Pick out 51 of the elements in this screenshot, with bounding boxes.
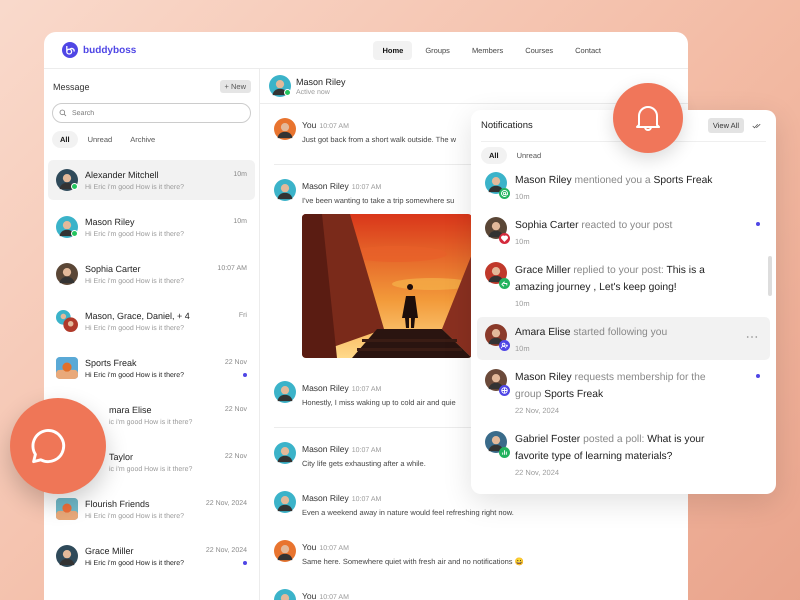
sidebar-title: Message: [53, 82, 90, 92]
scrollbar[interactable]: [768, 256, 772, 296]
avatar: [485, 172, 507, 194]
avatar: [485, 262, 507, 284]
avatar: [56, 169, 78, 191]
avatar: [56, 216, 78, 238]
logo-icon: [62, 42, 78, 58]
sender-name: You: [302, 542, 316, 552]
avatar: [56, 545, 78, 567]
avatar: [485, 217, 507, 239]
avatar: [274, 540, 296, 562]
unread-dot: [243, 561, 247, 565]
notification-text: Grace Miller replied to your post: This is a amazing journey , Let's keep going!: [515, 264, 706, 295]
more-icon[interactable]: [746, 335, 758, 339]
contact-name: Alexander Mitchell: [85, 170, 159, 180]
avatar: [485, 431, 507, 453]
avatar: [485, 369, 507, 391]
avatar: [269, 75, 291, 97]
sender-name: Mason Riley: [302, 181, 349, 191]
chat-name: Mason Riley: [296, 76, 346, 86]
contact-name: Grace Miller: [85, 546, 134, 556]
panel-title: Notifications: [481, 120, 534, 131]
notification-text: Amara Elise started following you: [515, 326, 668, 340]
unread-dot: [243, 373, 247, 377]
contact-name: Mason Riley: [85, 216, 135, 226]
notification-text: Gabriel Foster posted a poll: What is your favorite type of learning materials?: [515, 433, 706, 464]
sender-name: Mason Riley: [302, 493, 349, 503]
avatar: [274, 381, 296, 403]
avatar: [56, 263, 78, 285]
sender-name: You: [302, 591, 316, 600]
group-avatar: [56, 310, 78, 332]
sender-name: Mason Riley: [302, 444, 349, 454]
avatar: [274, 179, 296, 201]
contact-name: Mason, Grace, Daniel, + 4: [85, 310, 190, 320]
notification-text: Mason Riley mentioned you a Sports Freak: [515, 174, 714, 188]
contact-name: mara Elise: [109, 404, 152, 414]
brand-name[interactable]: buddyboss: [83, 44, 136, 56]
contact-name: Sophia Carter: [85, 264, 141, 274]
contact-name: Sports Freak: [85, 358, 137, 368]
sender-name: You: [302, 120, 316, 130]
search-icon: [59, 109, 67, 117]
avatar: [274, 491, 296, 513]
notification-text: Sophia Carter reacted to your post: [515, 219, 674, 233]
contact-name: Taylor: [109, 452, 134, 462]
notification-text: Mason Riley requests membership for the group Sports Freak: [515, 371, 707, 402]
sender-name: Mason Riley: [302, 383, 349, 393]
avatar: [274, 118, 296, 140]
avatar: [485, 324, 507, 346]
contact-name: Flourish Friends: [85, 498, 150, 508]
mark-read-icon[interactable]: [752, 122, 762, 128]
avatar: [274, 442, 296, 464]
